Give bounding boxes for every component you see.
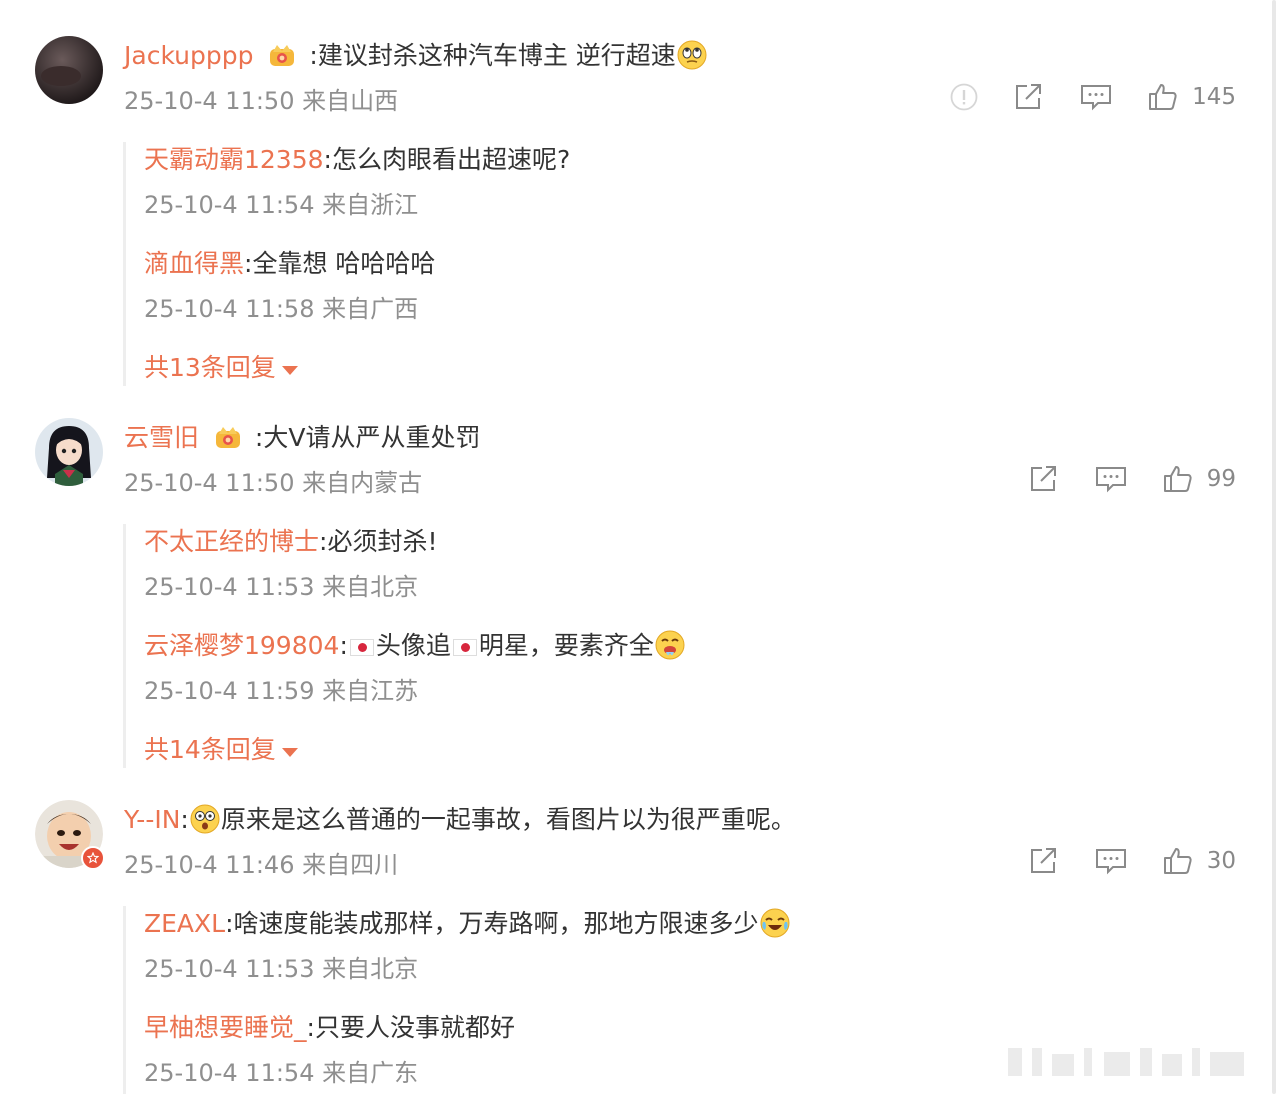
more-replies-link[interactable]: 共13条回复 [144, 350, 1123, 386]
share-button[interactable] [1029, 465, 1059, 493]
comment-text: Jackupppp :建议封杀这种汽车博主 逆行超速 [124, 38, 708, 74]
reply-username[interactable]: 早柚想要睡觉_ [144, 1013, 307, 1042]
like-count: 30 [1206, 848, 1236, 874]
comment-actions: 30 [993, 846, 1236, 876]
reply-username[interactable]: 云泽樱梦199804 [144, 631, 339, 660]
reply-username[interactable]: 滴血得黑 [144, 249, 244, 278]
reply-meta: 25-10-4 11:59 来自江苏 [144, 677, 419, 705]
avatar[interactable] [35, 800, 105, 870]
more-replies-link[interactable]: 共14条回复 [144, 732, 1123, 768]
reply-text: 不太正经的博士:必须封杀! [144, 524, 437, 560]
like-button[interactable]: 99 [1163, 464, 1236, 494]
comment-meta: 25-10-4 11:50 来自山西 [124, 87, 399, 115]
drooling-emoji-icon [655, 630, 685, 660]
like-icon [1149, 84, 1177, 110]
comment-icon [1081, 85, 1112, 111]
comment-actions: 99 [993, 464, 1236, 494]
report-button[interactable] [950, 83, 978, 111]
comment-feed: Jackupppp :建议封杀这种汽车博主 逆行超速 25-10-4 11:50… [0, 0, 1278, 1094]
username[interactable]: Y--IN [124, 805, 180, 834]
reply-meta: 25-10-4 11:54 来自浙江 [144, 191, 419, 219]
reply-item: ZEAXL:啥速度能装成那样，万寿路啊，那地方限速多少 25-10-4 11:5… [144, 906, 1123, 1010]
reply-list: ZEAXL:啥速度能装成那样，万寿路啊，那地方限速多少 25-10-4 11:5… [123, 906, 1123, 1094]
comment-icon [1095, 467, 1126, 493]
reply-text: 滴血得黑:全靠想 哈哈哈哈 [144, 246, 435, 282]
comment-meta: 25-10-4 11:46 来自四川 [124, 851, 399, 879]
japan-flag-icon [349, 639, 374, 656]
comment-button[interactable] [1095, 847, 1127, 875]
reply-body: :怎么肉眼看出超速呢? [323, 145, 571, 174]
share-button[interactable] [1029, 847, 1059, 875]
verified-badge-icon [81, 846, 105, 870]
more-replies-label: 共13条回复 [144, 353, 276, 382]
reply-body: 明星，要素齐全 [478, 631, 654, 660]
like-button[interactable]: 30 [1163, 846, 1236, 876]
reply-list: 不太正经的博士:必须封杀! 25-10-4 11:53 来自北京 云泽樱梦199… [123, 524, 1123, 768]
caret-down-icon [281, 747, 298, 757]
reply-item: 云泽樱梦199804: 头像追 明星，要素齐全 25-10-4 11:59 来自江苏 [144, 628, 1123, 732]
reply-text: 早柚想要睡觉_:只要人没事就都好 [144, 1010, 515, 1046]
reply-body: :只要人没事就都好 [306, 1013, 515, 1042]
comment-button[interactable] [1095, 465, 1127, 493]
shocked-emoji-icon [190, 804, 220, 834]
share-icon [1030, 848, 1056, 873]
reply-username[interactable]: 不太正经的博士 [144, 527, 319, 556]
comment-body: 原来是这么普通的一起事故，看图片以为很严重呢。 [220, 805, 796, 834]
like-icon [1163, 848, 1192, 874]
japan-flag-icon [452, 639, 477, 656]
like-icon [1163, 466, 1192, 492]
reply-body: :全靠想 哈哈哈哈 [244, 249, 436, 278]
username[interactable]: 云雪旧 [124, 423, 199, 452]
comment-button[interactable] [1080, 83, 1112, 111]
share-icon [1016, 84, 1042, 109]
avatar[interactable] [35, 36, 103, 104]
reply-body: :啥速度能装成那样，万寿路啊，那地方限速多少 [225, 909, 759, 938]
reply-text: 云泽樱梦199804: 头像追 明星，要素齐全 [144, 628, 686, 664]
comment-meta: 25-10-4 11:50 来自内蒙古 [124, 469, 423, 497]
reply-body: :必须封杀! [319, 527, 438, 556]
reply-body: : [339, 631, 348, 660]
like-count: 99 [1206, 466, 1236, 492]
comment-body: 大V请从严从重处罚 [263, 423, 481, 452]
share-button[interactable] [1014, 83, 1044, 111]
more-replies-label: 共14条回复 [144, 735, 276, 764]
reply-item: 不太正经的博士:必须封杀! 25-10-4 11:53 来自北京 [144, 524, 1123, 628]
reply-item: 滴血得黑:全靠想 哈哈哈哈 25-10-4 11:58 来自广西 [144, 246, 1123, 350]
watermark [1008, 1048, 1244, 1076]
reply-username[interactable]: ZEAXL [144, 909, 225, 938]
reply-username[interactable]: 天霸动霸12358 [144, 145, 324, 174]
reply-meta: 25-10-4 11:53 来自北京 [144, 955, 419, 983]
reply-text: 天霸动霸12358:怎么肉眼看出超速呢? [144, 142, 570, 178]
comment-actions: 145 [914, 82, 1236, 112]
reply-meta: 25-10-4 11:53 来自北京 [144, 573, 419, 601]
reply-list: 天霸动霸12358:怎么肉眼看出超速呢? 25-10-4 11:54 来自浙江 … [123, 142, 1123, 386]
separator: : [309, 41, 318, 70]
username[interactable]: Jackupppp [124, 41, 253, 70]
share-icon [1030, 466, 1056, 491]
comment-item: 云雪旧 :大V请从严从重处罚 25-10-4 11:50 来自内蒙古 99 不太… [0, 418, 1278, 788]
comment-icon [1095, 849, 1126, 875]
report-icon [950, 83, 978, 111]
comment-text: Y--IN: 原来是这么普通的一起事故，看图片以为很严重呢。 [124, 802, 796, 838]
comment-text: 云雪旧 :大V请从严从重处罚 [124, 420, 480, 456]
laugh-cry-emoji-icon [760, 908, 790, 938]
reply-body: 头像追 [375, 631, 451, 660]
like-button[interactable]: 145 [1148, 82, 1236, 112]
reply-text: ZEAXL:啥速度能装成那样，万寿路啊，那地方限速多少 [144, 906, 791, 942]
separator: : [180, 805, 189, 834]
comment-body: 建议封杀这种汽车博主 逆行超速 [317, 41, 676, 70]
like-count: 145 [1192, 84, 1236, 110]
scrollbar[interactable] [1272, 0, 1276, 1094]
reply-meta: 25-10-4 11:54 来自广东 [144, 1059, 419, 1087]
reply-item: 天霸动霸12358:怎么肉眼看出超速呢? 25-10-4 11:54 来自浙江 [144, 142, 1123, 246]
reply-meta: 25-10-4 11:58 来自广西 [144, 295, 419, 323]
caret-down-icon [281, 365, 298, 375]
comment-item: Jackupppp :建议封杀这种汽车博主 逆行超速 25-10-4 11:50… [0, 36, 1278, 406]
eye-roll-emoji-icon [677, 40, 707, 70]
vip-crown-icon [213, 422, 243, 452]
reply-item: 早柚想要睡觉_:只要人没事就都好 25-10-4 11:54 来自广东 [144, 1010, 1123, 1094]
avatar[interactable] [35, 418, 103, 486]
vip-crown-icon [267, 40, 297, 70]
